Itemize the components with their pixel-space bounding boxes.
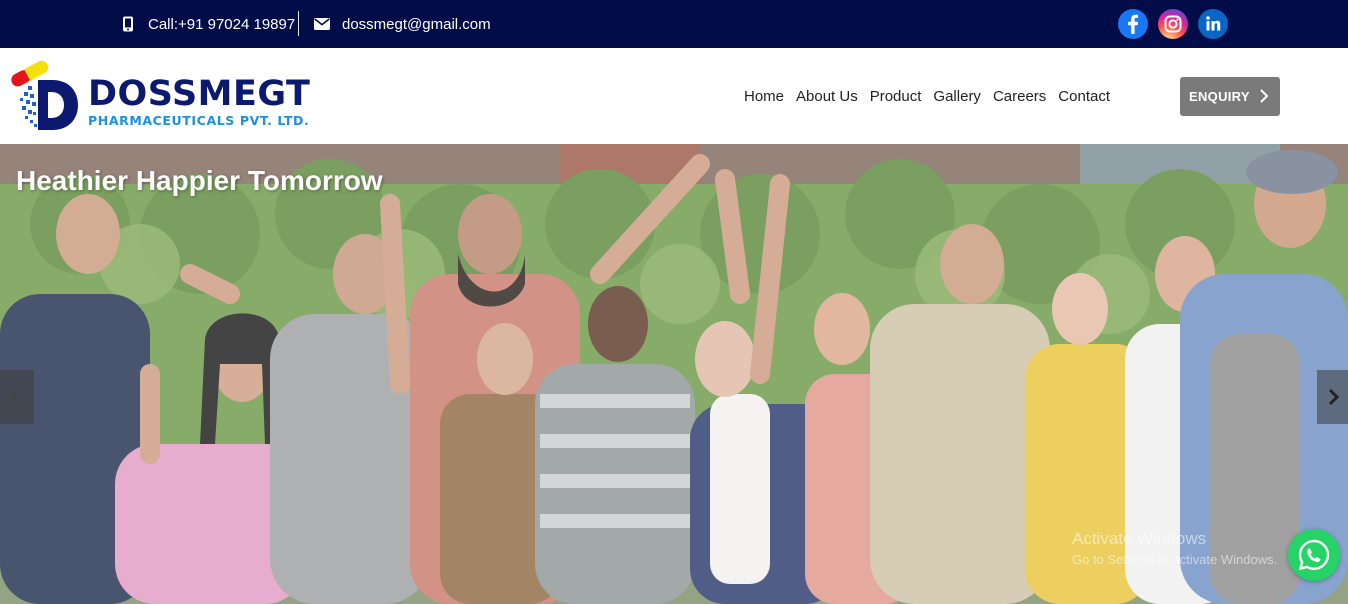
phone-text: Call:+91 97024 19897 bbox=[148, 15, 296, 33]
logo-mark-icon bbox=[11, 60, 78, 130]
top-bar: Call:+91 97024 19897 dossmegt@gmail.com bbox=[0, 0, 1348, 48]
whatsapp-button[interactable] bbox=[1288, 529, 1340, 581]
company-logo[interactable]: DOSSMEGT PHARMACEUTICALS PVT. LTD. bbox=[8, 60, 318, 134]
chevron-right-icon bbox=[1328, 388, 1340, 406]
nav-contact[interactable]: Contact bbox=[1058, 88, 1110, 105]
nav-gallery[interactable]: Gallery bbox=[933, 88, 981, 105]
mobile-phone-icon bbox=[120, 16, 136, 32]
watermark-line-1: Activate Windows bbox=[1072, 529, 1207, 548]
chevron-left-icon bbox=[11, 389, 21, 405]
windows-activation-watermark: Activate Windows Go to Settings to activ… bbox=[1072, 529, 1277, 567]
hero-slider: Heathier Happier Tomorrow Activate Windo… bbox=[0, 144, 1348, 604]
enquiry-button[interactable]: ENQUIRY bbox=[1180, 77, 1280, 116]
hero-title: Heathier Happier Tomorrow bbox=[16, 165, 383, 196]
contact-divider bbox=[298, 11, 299, 36]
email-contact[interactable]: dossmegt@gmail.com bbox=[314, 0, 491, 48]
slider-next-button[interactable] bbox=[1317, 370, 1348, 424]
logo-name: DOSSMEGT bbox=[88, 74, 311, 114]
phone-contact[interactable]: Call:+91 97024 19897 bbox=[120, 0, 295, 48]
slider-prev-button[interactable] bbox=[0, 370, 34, 424]
envelope-icon bbox=[314, 16, 330, 32]
instagram-icon[interactable] bbox=[1158, 9, 1188, 39]
logo-subtitle: PHARMACEUTICALS PVT. LTD. bbox=[88, 113, 310, 128]
enquiry-label: ENQUIRY bbox=[1189, 89, 1250, 104]
nav-product[interactable]: Product bbox=[870, 88, 922, 105]
nav-careers[interactable]: Careers bbox=[993, 88, 1046, 105]
site-header: DOSSMEGT PHARMACEUTICALS PVT. LTD. Home … bbox=[0, 48, 1348, 144]
main-nav: Home About Us Product Gallery Careers Co… bbox=[744, 48, 1122, 144]
nav-about-us[interactable]: About Us bbox=[796, 88, 858, 105]
facebook-icon[interactable] bbox=[1118, 9, 1148, 39]
whatsapp-icon bbox=[1298, 539, 1330, 571]
nav-home[interactable]: Home bbox=[744, 88, 784, 105]
linkedin-icon[interactable] bbox=[1198, 9, 1228, 39]
chevron-right-icon bbox=[1258, 86, 1270, 109]
watermark-line-2: Go to Settings to activate Windows. bbox=[1072, 552, 1278, 567]
email-text: dossmegt@gmail.com bbox=[342, 15, 491, 33]
